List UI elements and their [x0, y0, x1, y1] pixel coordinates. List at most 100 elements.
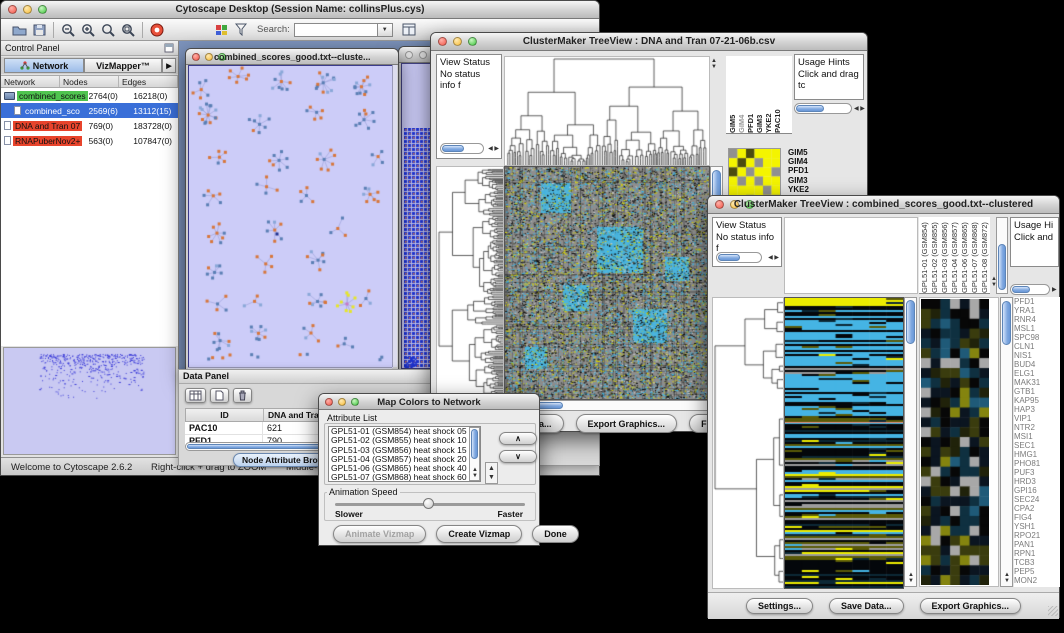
gene-label[interactable]: YRA1: [1014, 306, 1060, 315]
row-label[interactable]: GIM3: [788, 176, 830, 185]
zoom-heatmap-canvas[interactable]: [921, 299, 989, 585]
gene-label[interactable]: MSI1: [1014, 432, 1060, 441]
labels-vscrollbar[interactable]: ▲▼: [1000, 297, 1013, 587]
zoom-fit-icon[interactable]: [98, 21, 118, 39]
close-button[interactable]: [405, 51, 413, 59]
gene-label[interactable]: PHO81: [1014, 459, 1060, 468]
new-attribute-icon[interactable]: [210, 388, 229, 403]
scrollbar-thumb[interactable]: [442, 145, 464, 152]
heatmap-canvas[interactable]: [504, 166, 710, 400]
scroll-arrows[interactable]: ▲▼: [908, 572, 914, 584]
view-status-scrollbar[interactable]: [716, 252, 762, 263]
row-dendrogram-canvas[interactable]: [436, 166, 504, 400]
gene-label[interactable]: YSH1: [1014, 522, 1060, 531]
zoom-arrows[interactable]: ▲▼: [711, 58, 717, 70]
column-header[interactable]: Edges: [119, 76, 178, 87]
scrollbar-thumb[interactable]: [796, 105, 824, 112]
column-header[interactable]: Network: [1, 76, 60, 87]
gene-label[interactable]: HMG1: [1014, 450, 1060, 459]
column-dendrogram-canvas[interactable]: [504, 56, 710, 166]
treeview2-titlebar[interactable]: ClusterMaker TreeView : combined_scores_…: [708, 196, 1059, 214]
treeview1-titlebar[interactable]: ClusterMaker TreeView : DNA and Tran 07-…: [431, 33, 867, 51]
column-id[interactable]: ID: [186, 409, 264, 421]
gene-label[interactable]: PFD1: [1014, 297, 1060, 306]
usage-hscrollbar[interactable]: [1010, 284, 1050, 295]
attribute-list-item[interactable]: GPL51-04 (GSM857) heat shock 20 min: [329, 455, 480, 464]
column-label[interactable]: PAC10: [773, 56, 782, 133]
gene-label[interactable]: NTR2: [1014, 423, 1060, 432]
gene-label[interactable]: MON2: [1014, 576, 1060, 585]
column-label[interactable]: YKE2: [764, 56, 773, 133]
save-icon[interactable]: [29, 21, 49, 39]
attribute-list-item[interactable]: GPL51-07 (GSM868) heat shock 60 min: [329, 473, 480, 482]
gene-label[interactable]: MAK31: [1014, 378, 1060, 387]
attribute-list-item[interactable]: GPL51-01 (GSM854) heat shock 05 min: [329, 427, 480, 436]
filter-icon[interactable]: [231, 21, 251, 39]
column-labels-vscrollbar[interactable]: [996, 217, 1008, 294]
gene-label[interactable]: GPI16: [1014, 486, 1060, 495]
treeview-action-button[interactable]: Export Graphics...: [576, 414, 678, 433]
open-file-icon[interactable]: [9, 21, 29, 39]
network-view-canvas[interactable]: [189, 66, 393, 368]
network-vscrollbar[interactable]: [392, 65, 397, 367]
network-tree-row[interactable]: DNA and Tran 07 769(0) 183728(0): [1, 118, 178, 133]
zoom-in-icon[interactable]: [78, 21, 98, 39]
search-dropdown-button[interactable]: ▼: [378, 23, 393, 37]
gene-label[interactable]: FIG4: [1014, 513, 1060, 522]
help-lifering-icon[interactable]: [147, 21, 167, 39]
column-label[interactable]: GIM4: [737, 56, 746, 133]
gene-label[interactable]: GTB1: [1014, 387, 1060, 396]
gene-label[interactable]: PUF3: [1014, 468, 1060, 477]
scroll-arrows[interactable]: ◀ ▶: [768, 255, 779, 261]
gene-label[interactable]: RPN1: [1014, 549, 1060, 558]
row-dendrogram-canvas[interactable]: [712, 297, 784, 589]
row-label[interactable]: GIM4: [788, 157, 830, 166]
attribute-panel-icon[interactable]: [399, 21, 419, 39]
zoom-selected-icon[interactable]: [118, 21, 138, 39]
column-label[interactable]: GPL51-01 (GSM854): [920, 217, 930, 293]
tab-network[interactable]: Network: [4, 58, 84, 73]
scroll-arrows[interactable]: ▶: [1052, 287, 1057, 293]
zoom-hscrollbar[interactable]: [794, 103, 852, 114]
scrollbar-thumb[interactable]: [1012, 286, 1030, 293]
column-label[interactable]: GIM3: [755, 56, 764, 133]
attribute-list-item[interactable]: GPL51-02 (GSM855) heat shock 10 min: [329, 436, 480, 445]
dialog-button[interactable]: Done: [532, 525, 579, 543]
dialog-titlebar[interactable]: Map Colors to Network: [319, 394, 539, 410]
scrollbar-thumb[interactable]: [1002, 301, 1011, 345]
gene-label[interactable]: MSL1: [1014, 324, 1060, 333]
scrollbar-thumb[interactable]: [718, 254, 740, 261]
global-heatmap-canvas[interactable]: [784, 297, 904, 589]
scroll-arrows[interactable]: ◀ ▶: [488, 146, 499, 152]
column-header[interactable]: Nodes: [60, 76, 119, 87]
heatmap-vscrollbar[interactable]: ▲▼: [904, 297, 917, 587]
gene-label[interactable]: HAP3: [1014, 405, 1060, 414]
network-tree-row[interactable]: combined_sco 2569(6) 13112(15): [1, 103, 178, 118]
column-label[interactable]: GPL51-08 (GSM872): [980, 217, 990, 293]
search-input[interactable]: [294, 23, 378, 37]
close-button[interactable]: [192, 53, 200, 61]
list-step-arrows[interactable]: ▲▼: [485, 462, 498, 484]
gene-label[interactable]: RNR4: [1014, 315, 1060, 324]
scrollbar-thumb[interactable]: [471, 429, 478, 459]
network1-titlebar[interactable]: combined_scores_good.txt--cluste...: [186, 49, 398, 65]
dialog-button[interactable]: Animate Vizmap: [333, 525, 426, 543]
resize-grip[interactable]: [1048, 606, 1058, 616]
select-attributes-icon[interactable]: [185, 388, 206, 403]
column-label[interactable]: GPL51-06 (GSM865): [960, 217, 970, 293]
attribute-list-item[interactable]: GPL51-03 (GSM856) heat shock 15 min: [329, 446, 480, 455]
network-tree-row[interactable]: RNAPuberNov2+ 563(0) 107847(0): [1, 133, 178, 148]
row-label[interactable]: YKE2: [788, 185, 830, 194]
treeview-action-button[interactable]: Save Data...: [829, 598, 904, 614]
gene-label[interactable]: NIS1: [1014, 351, 1060, 360]
gene-label[interactable]: CLN1: [1014, 342, 1060, 351]
scroll-arrows[interactable]: ▲▼: [472, 467, 478, 479]
tab-vizmapper[interactable]: VizMapper™: [84, 58, 162, 73]
network-overview-canvas[interactable]: [4, 348, 176, 455]
zoom-out-icon[interactable]: [58, 21, 78, 39]
vizmap-icon[interactable]: [211, 21, 231, 39]
minimize-button[interactable]: [419, 51, 427, 59]
view-status-scrollbar[interactable]: [440, 143, 484, 154]
column-dendrogram-area[interactable]: [784, 217, 918, 294]
attribute-list-scrollbar[interactable]: ▲▼: [469, 427, 480, 481]
